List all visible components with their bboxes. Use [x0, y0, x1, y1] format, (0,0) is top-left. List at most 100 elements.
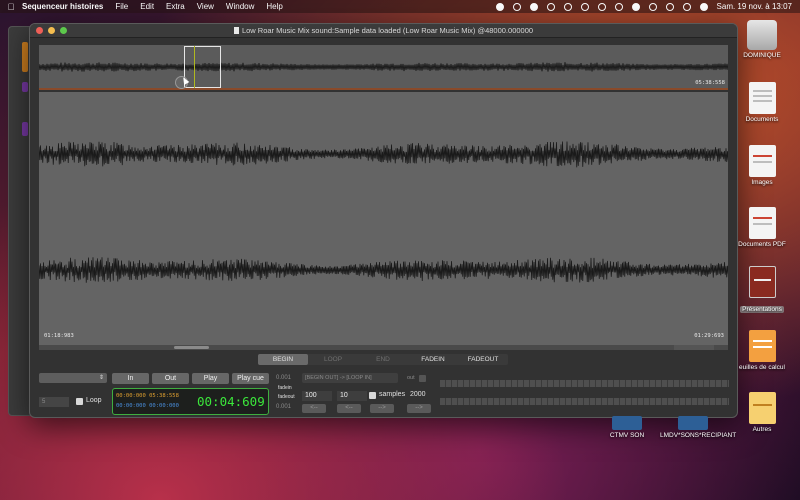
tab-fadeout[interactable]: FADEOUT — [458, 354, 508, 365]
nudge-left-button-1[interactable]: <-- — [302, 404, 326, 413]
fade-value-1-field[interactable]: 100 — [302, 391, 332, 401]
desktop-item-others[interactable]: Autres — [729, 392, 795, 433]
desktop-item-images[interactable]: Images — [729, 145, 795, 186]
siri-icon[interactable] — [699, 2, 708, 11]
tab-begin[interactable]: BEGIN — [258, 354, 308, 365]
control-center-icon[interactable] — [682, 2, 691, 11]
menu-file[interactable]: File — [115, 2, 128, 11]
document-icon — [233, 27, 239, 34]
desktop-item-ctmv-son[interactable]: CTMV SON — [594, 416, 660, 439]
globe-icon[interactable] — [563, 2, 572, 11]
nudge-left-button-2[interactable]: <-- — [337, 404, 361, 413]
nudge-right-button-2[interactable]: --> — [407, 404, 431, 413]
purple-strip — [22, 122, 28, 136]
menu-help[interactable]: Help — [266, 2, 282, 11]
image-file-icon — [748, 145, 776, 177]
tab-end[interactable]: END — [358, 354, 408, 365]
desktop-label: Présentations — [740, 306, 784, 313]
title-bar[interactable]: Low Roar Music Mix sound:Sample data loa… — [30, 24, 737, 38]
play-button[interactable]: Play — [192, 373, 229, 384]
fadeout-label: fadeout — [278, 394, 295, 400]
timecode-panel: 00:00:000 05:38:558 00:00:000 00:00:000 … — [112, 388, 269, 415]
menu-edit[interactable]: Edit — [140, 2, 154, 11]
record-icon[interactable] — [495, 2, 504, 11]
samples-label: samples — [379, 391, 406, 398]
sound-popup-select[interactable]: ⇕ — [39, 373, 107, 383]
shield-icon[interactable] — [546, 2, 555, 11]
desktop-item-lmdv-sons[interactable]: LMDV*SONS*RECIPIANT — [660, 416, 737, 439]
value-a-label: 0.001 — [276, 375, 292, 381]
orange-strip — [22, 42, 28, 72]
desktop-label: LMDV*SONS*RECIPIANT — [660, 432, 737, 439]
main-wave-graphic — [39, 141, 728, 283]
search-icon[interactable] — [665, 2, 674, 11]
overview-waveform[interactable]: 05:38:558 — [39, 45, 728, 90]
menu-app-name[interactable]: Sequenceur histoires — [22, 2, 103, 11]
waveform-start-time: 01:18:983 — [44, 333, 74, 339]
pdf-icon — [748, 207, 776, 239]
range-select[interactable]: [BEGIN OUT] -> [LOOP IN] — [302, 373, 398, 383]
desktop-label: DOMINIQUE — [743, 52, 781, 59]
desktop-label: Documents — [745, 116, 779, 123]
folder-icon — [612, 416, 642, 430]
drive-icon — [747, 20, 777, 50]
history-icon[interactable] — [580, 2, 589, 11]
timecode-range-line: 00:00:000 05:38:558 — [116, 393, 179, 399]
samples-value[interactable]: 2000 — [410, 391, 426, 398]
zoom-slider[interactable] — [674, 345, 714, 350]
out-button[interactable]: Out — [152, 373, 189, 384]
in-button[interactable]: In — [112, 373, 149, 384]
playhead-marker[interactable] — [194, 46, 195, 88]
document-icon — [748, 82, 776, 114]
loop-checkbox[interactable] — [76, 398, 83, 405]
purple-strip — [22, 82, 28, 92]
value-b-label: 0.001 — [276, 404, 292, 410]
power-icon[interactable] — [597, 2, 606, 11]
tab-fadein[interactable]: FADEIN — [408, 354, 458, 365]
upload-icon[interactable] — [529, 2, 538, 11]
overview-end-time: 05:38:558 — [695, 80, 725, 86]
loop-label: Loop — [86, 397, 102, 404]
desktop-label: Documents PDF — [738, 241, 786, 248]
menu-extra[interactable]: Extra — [166, 2, 185, 11]
wifi-icon[interactable] — [648, 2, 657, 11]
scroll-thumb[interactable] — [174, 346, 209, 349]
other-files-icon — [748, 392, 776, 424]
desktop-label: CTMV SON — [609, 432, 645, 439]
menu-window[interactable]: Window — [226, 2, 254, 11]
timecode-loop-line: 00:00:000 00:00:000 — [116, 403, 179, 409]
menubar-clock[interactable]: Sam. 19 nov. à 13:07 — [717, 2, 792, 11]
out-checkbox[interactable] — [419, 375, 426, 382]
desktop-label: Images — [751, 179, 773, 186]
loop-count-field[interactable]: 5 — [39, 397, 69, 407]
window-title-text: Low Roar Music Mix sound:Sample data loa… — [241, 26, 534, 35]
bluetooth-icon[interactable] — [614, 2, 623, 11]
menu-view[interactable]: View — [197, 2, 214, 11]
status-tray: Sam. 19 nov. à 13:07 — [495, 2, 800, 11]
desktop-label: Autres — [752, 426, 772, 433]
play-cue-button[interactable]: Play cue — [232, 373, 269, 384]
overview-wave-graphic — [39, 62, 728, 72]
clock-icon[interactable] — [512, 2, 521, 11]
horizontal-scrollbar[interactable] — [39, 345, 728, 350]
nudge-right-button-1[interactable]: --> — [370, 404, 394, 413]
desktop-item-spreadsheets[interactable]: euilles de calcul — [729, 330, 795, 371]
presentation-icon — [748, 266, 776, 298]
apple-icon[interactable]:  — [0, 2, 22, 12]
desktop-label: euilles de calcul — [739, 364, 785, 371]
level-meter-top — [440, 380, 729, 387]
samples-checkbox[interactable] — [369, 392, 376, 399]
desktop-item-dominique[interactable]: DOMINIQUE — [729, 20, 795, 59]
tab-loop[interactable]: LOOP — [308, 354, 358, 365]
waveform-end-time: 01:29:693 — [694, 333, 724, 339]
sound-editor-window: Low Roar Music Mix sound:Sample data loa… — [29, 23, 738, 418]
fade-value-2-field[interactable]: 10 — [337, 391, 367, 401]
desktop-item-documents[interactable]: Documents — [729, 82, 795, 123]
battery-icon[interactable] — [631, 2, 640, 11]
window-title: Low Roar Music Mix sound:Sample data loa… — [30, 26, 737, 35]
main-waveform[interactable]: 01:18:983 01:29:693 — [39, 92, 728, 345]
out-small-label: out — [407, 375, 415, 381]
desktop-item-presentations[interactable]: Présentations — [729, 266, 795, 316]
current-timecode: 00:04:609 — [197, 394, 265, 409]
desktop-item-documents-pdf[interactable]: Documents PDF — [729, 207, 795, 248]
